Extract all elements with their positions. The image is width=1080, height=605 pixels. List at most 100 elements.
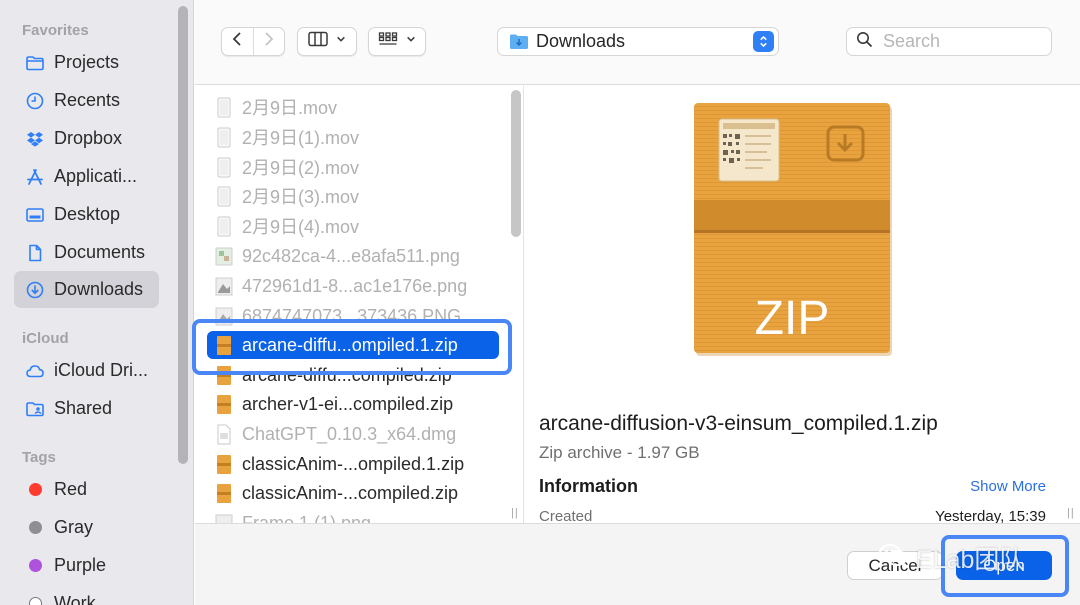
preview-filename: arcane-diffusion-v3-einsum_compiled.1.zi… — [539, 412, 938, 435]
image-file-icon — [215, 246, 233, 267]
file-name: 2月9日(1).mov — [242, 128, 360, 148]
sidebar-item-label: Recents — [54, 90, 121, 110]
show-more-link[interactable]: Show More — [970, 478, 1046, 495]
folder-icon — [24, 52, 46, 74]
zip-archive-icon: ZIP — [694, 103, 892, 356]
file-row[interactable]: ChatGPT_0.10.3_x64.dmg — [207, 420, 499, 448]
sidebar-item-applications[interactable]: Applicati... — [14, 158, 159, 195]
purple-tag-icon — [24, 555, 46, 577]
sidebar: Favorites Projects Recents Dropbox Appli… — [0, 0, 194, 605]
updown-chevron-icon — [753, 31, 774, 52]
group-by-button[interactable] — [368, 27, 426, 56]
favorites-header: Favorites — [22, 22, 89, 39]
location-label: Downloads — [536, 31, 626, 51]
sidebar-item-label: Desktop — [54, 204, 121, 224]
sidebar-item-documents[interactable]: Documents — [14, 234, 159, 271]
sidebar-item-downloads[interactable]: Downloads — [14, 271, 159, 308]
sidebar-tag-gray[interactable]: Gray — [14, 509, 159, 546]
sidebar-item-label: Downloads — [54, 279, 144, 299]
clock-icon — [24, 90, 46, 112]
sidebar-item-label: Gray — [54, 517, 94, 537]
dropbox-icon — [24, 128, 46, 150]
file-row[interactable]: archer-v1-ei...compiled.zip — [207, 390, 499, 418]
sidebar-item-desktop[interactable]: Desktop — [14, 196, 159, 233]
sidebar-item-label: Shared — [54, 398, 113, 418]
movie-file-icon — [215, 127, 233, 148]
movie-file-icon — [215, 216, 233, 237]
back-button[interactable] — [222, 28, 253, 55]
zip-badge-text: ZIP — [755, 292, 830, 345]
file-row[interactable]: classicAnim-...compiled.zip — [207, 479, 499, 507]
file-row[interactable]: 2月9日(2).mov — [207, 153, 499, 181]
chevron-down-icon — [406, 31, 416, 52]
sidebar-item-icloud-drive[interactable]: iCloud Dri... — [14, 352, 159, 389]
icloud-header: iCloud — [22, 330, 69, 347]
chevron-left-icon — [231, 31, 243, 52]
sidebar-item-label: Purple — [54, 555, 107, 575]
chevron-down-icon — [336, 31, 346, 52]
file-name: classicAnim-...compiled.zip — [242, 482, 459, 503]
file-list-scrollbar[interactable] — [511, 90, 521, 237]
file-name: Frame 1 (1).png — [242, 512, 372, 524]
sidebar-item-projects[interactable]: Projects — [14, 44, 159, 81]
sidebar-item-shared[interactable]: Shared — [14, 390, 159, 427]
sidebar-item-label: Projects — [54, 52, 120, 72]
applications-icon — [24, 166, 46, 188]
downloads-folder-icon — [509, 33, 536, 50]
file-name: 2月9日(3).mov — [242, 187, 360, 207]
location-popup[interactable]: Downloads — [497, 27, 779, 56]
sidebar-tag-red[interactable]: Red — [14, 471, 159, 508]
view-mode-button[interactable] — [297, 27, 357, 56]
search-field[interactable] — [846, 27, 1052, 56]
file-row[interactable]: 2月9日(4).mov — [207, 212, 499, 240]
sidebar-item-label: Red — [54, 479, 88, 499]
sidebar-item-dropbox[interactable]: Dropbox — [14, 120, 159, 157]
preview-pane: ZIP arcane-diffusion-v3-einsum_compiled.… — [525, 86, 1080, 523]
file-row[interactable]: 472961d1-8...ac1e176e.png — [207, 272, 499, 300]
file-row[interactable]: 2月9日(1).mov — [207, 123, 499, 151]
sidebar-item-label: Work — [54, 593, 96, 605]
disk-image-icon — [215, 424, 233, 445]
toolbar: Downloads — [195, 0, 1080, 85]
file-row[interactable]: Frame 1 (1).png — [207, 509, 499, 523]
movie-file-icon — [215, 186, 233, 207]
tags-header: Tags — [22, 449, 56, 466]
preview-kind-size: Zip archive - 1.97 GB — [539, 443, 700, 462]
download-icon — [24, 279, 46, 301]
file-name: classicAnim-...ompiled.1.zip — [242, 453, 465, 474]
file-list-column: 2月9日.mov 2月9日(1).mov 2月9日(2).mov 2月9日(3)… — [195, 86, 524, 523]
file-name: 2月9日(2).mov — [242, 158, 360, 178]
sidebar-item-recents[interactable]: Recents — [14, 82, 159, 119]
gray-tag-icon — [24, 517, 46, 539]
file-name: ChatGPT_0.10.3_x64.dmg — [242, 423, 457, 444]
search-input[interactable] — [883, 31, 1033, 52]
forward-button[interactable] — [254, 28, 285, 55]
preview-resize-handle[interactable]: || — [1067, 507, 1075, 519]
movie-file-icon — [215, 97, 233, 118]
sidebar-item-label: Applicati... — [54, 166, 138, 186]
file-name: 92c482ca-4...e8afa511.png — [242, 245, 460, 266]
file-name: 2月9日(4).mov — [242, 217, 360, 237]
columns-view-icon — [308, 31, 328, 52]
movie-file-icon — [215, 157, 233, 178]
zip-file-icon — [215, 483, 233, 504]
file-row[interactable]: 2月9日.mov — [207, 93, 499, 121]
navigation-buttons — [221, 27, 285, 56]
column-resize-handle[interactable]: || — [511, 507, 519, 519]
chevron-right-icon — [263, 31, 275, 52]
sidebar-tag-work[interactable]: Work — [14, 585, 159, 605]
file-row[interactable]: classicAnim-...ompiled.1.zip — [207, 450, 499, 478]
watermark-text: ELab团队 — [916, 546, 1025, 574]
grid-group-icon — [378, 31, 398, 52]
watermark: ELab团队 — [878, 540, 1024, 576]
selected-file-highlight — [192, 319, 512, 375]
file-row[interactable]: 92c482ca-4...e8afa511.png — [207, 242, 499, 270]
sidebar-scrollbar[interactable] — [178, 6, 188, 464]
created-label: Created — [539, 508, 593, 523]
sidebar-tag-purple[interactable]: Purple — [14, 547, 159, 584]
file-row[interactable]: 2月9日(3).mov — [207, 182, 499, 210]
sidebar-item-label: Dropbox — [54, 128, 123, 148]
image-file-icon — [215, 276, 233, 297]
shared-folder-icon — [24, 398, 46, 420]
zip-file-icon — [215, 454, 233, 475]
